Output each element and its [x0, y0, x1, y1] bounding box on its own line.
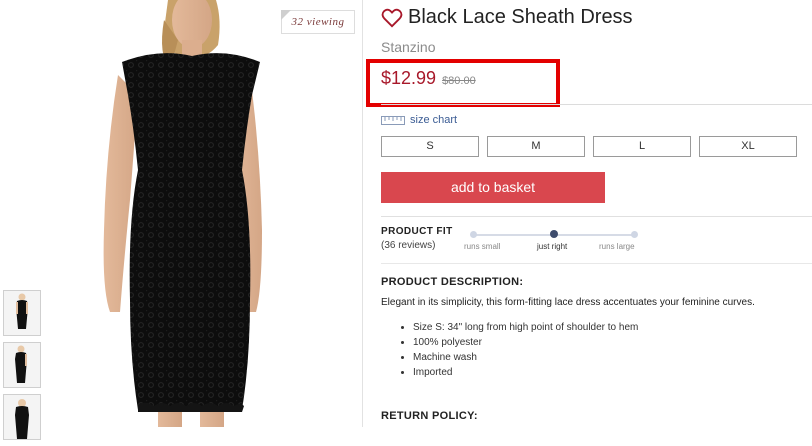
fit-scale: runs small just right runs large: [464, 228, 641, 258]
add-to-basket-button[interactable]: add to basket: [381, 172, 605, 203]
size-option-m[interactable]: M: [487, 136, 585, 157]
thumbnail-list: [0, 290, 44, 446]
divider: [381, 263, 812, 264]
thumbnail-1[interactable]: [3, 290, 41, 336]
size-selector: S M L XL: [381, 136, 805, 157]
current-price: $12.99: [381, 68, 437, 88]
fit-option-just-right: just right: [537, 242, 568, 251]
description-bullets: Size S: 34" long from high point of shou…: [395, 320, 638, 380]
size-chart-link[interactable]: size chart: [381, 114, 457, 126]
description-heading: PRODUCT DESCRIPTION:: [381, 276, 524, 288]
price-row: $12.99 $80.00: [381, 68, 476, 89]
fit-option-runs-large: runs large: [599, 242, 635, 251]
list-item: 100% polyester: [413, 335, 638, 350]
original-price: $80.00: [442, 75, 476, 87]
list-item: Machine wash: [413, 350, 638, 365]
product-fit-heading: PRODUCT FIT: [381, 226, 453, 237]
size-option-xl[interactable]: XL: [699, 136, 797, 157]
fit-dot-runs-small: [470, 231, 477, 238]
heart-outline-icon[interactable]: [381, 8, 403, 28]
fit-dot-just-right: [550, 230, 558, 238]
product-title: Black Lace Sheath Dress: [408, 6, 633, 28]
ruler-icon: [381, 115, 405, 125]
product-details: Black Lace Sheath Dress Stanzino $12.99 …: [381, 0, 812, 427]
list-item: Imported: [413, 365, 638, 380]
main-product-photo[interactable]: 32 viewing: [46, 0, 361, 427]
divider: [381, 216, 812, 217]
viewing-count-badge: 32 viewing: [281, 10, 355, 34]
divider: [381, 104, 812, 105]
list-item: Size S: 34" long from high point of shou…: [413, 320, 638, 335]
title-row: Black Lace Sheath Dress: [381, 6, 633, 29]
size-option-l[interactable]: L: [593, 136, 691, 157]
size-option-s[interactable]: S: [381, 136, 479, 157]
product-brand[interactable]: Stanzino: [381, 39, 435, 55]
return-policy-heading: RETURN POLICY:: [381, 410, 478, 422]
thumbnail-3[interactable]: [3, 394, 41, 440]
thumbnail-2[interactable]: [3, 342, 41, 388]
size-chart-label[interactable]: size chart: [410, 114, 457, 126]
fit-dot-runs-large: [631, 231, 638, 238]
fit-reviews-count[interactable]: (36 reviews): [381, 240, 435, 251]
description-text: Elegant in its simplicity, this form-fit…: [381, 297, 755, 308]
product-gallery: 32 viewing: [0, 0, 363, 440]
fit-option-runs-small: runs small: [464, 242, 501, 251]
